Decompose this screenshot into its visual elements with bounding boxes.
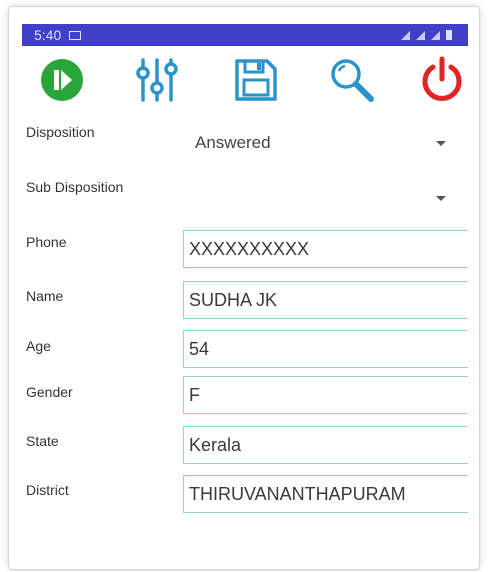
disposition-dropdown[interactable]: Answered (190, 128, 460, 158)
district-field[interactable]: THIRUVANANTHAPURAM (183, 475, 468, 513)
phone-label: Phone (26, 234, 67, 250)
state-field[interactable]: Kerala (183, 426, 468, 464)
disposition-label: Disposition (26, 124, 95, 140)
district-label: District (26, 482, 69, 498)
disposition-value: Answered (195, 133, 271, 152)
name-field[interactable]: SUDHA JK (183, 281, 468, 319)
age-field[interactable]: 54 (183, 330, 468, 368)
call-form: Disposition Answered Sub Disposition Pho… (0, 0, 488, 572)
gender-field[interactable]: F (183, 376, 468, 414)
age-label: Age (26, 338, 51, 354)
name-label: Name (26, 288, 64, 304)
state-label: State (26, 433, 59, 449)
chevron-down-icon (436, 196, 446, 201)
sub-disposition-dropdown[interactable] (190, 182, 460, 212)
chevron-down-icon (436, 141, 446, 146)
sub-disposition-label: Sub Disposition (26, 179, 124, 195)
phone-field[interactable]: XXXXXXXXXX (183, 230, 468, 268)
gender-label: Gender (26, 384, 73, 400)
